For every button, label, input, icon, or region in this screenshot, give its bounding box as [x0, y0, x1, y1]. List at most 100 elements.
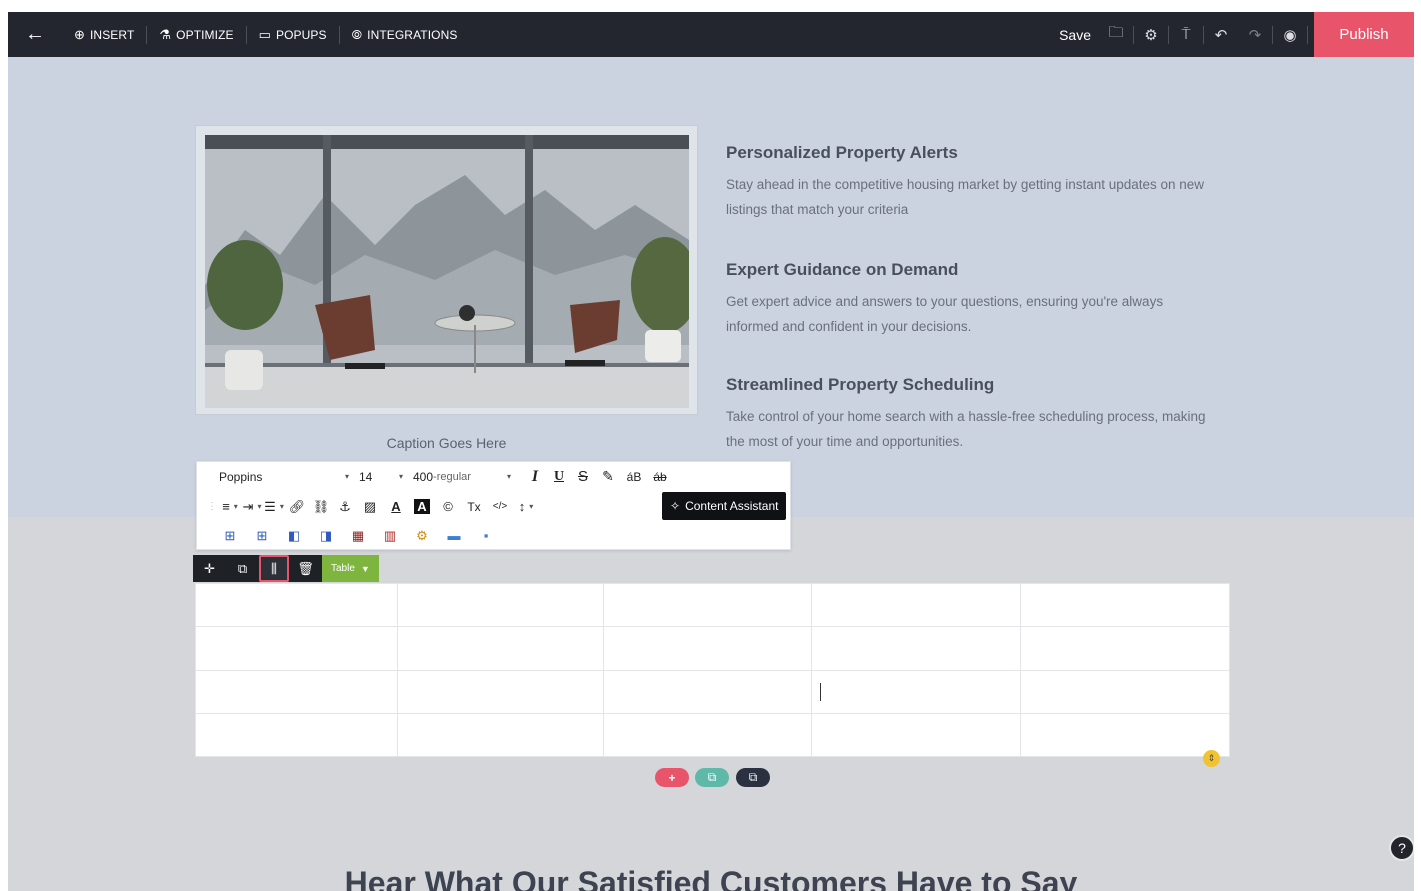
table-cell[interactable]	[195, 582, 398, 628]
align-left-icon[interactable]: ≡ ▾	[219, 494, 241, 520]
content-assistant-button[interactable]: ✧ Content Assistant	[662, 492, 787, 520]
nav-popups[interactable]: ▭ POPUPS	[247, 12, 339, 57]
clear-format-icon[interactable]: Tx	[461, 494, 487, 520]
table-cell[interactable]	[811, 669, 1022, 714]
font-family-select[interactable]: Poppins ▾	[219, 470, 359, 484]
resize-handle-icon[interactable]: ⇕	[1203, 750, 1220, 767]
table-cell[interactable]	[396, 626, 604, 671]
insert-row-below-icon[interactable]: ⊞	[251, 523, 273, 549]
feature-title[interactable]: Personalized Property Alerts	[726, 143, 1206, 163]
table-cell[interactable]	[396, 669, 604, 714]
feature-title[interactable]: Streamlined Property Scheduling	[726, 375, 1206, 395]
insert-row-above-icon[interactable]: ⊞	[219, 523, 241, 549]
uppercase-icon[interactable]: áB	[621, 464, 647, 490]
question-icon: ?	[1398, 840, 1406, 856]
image-caption[interactable]: Caption Goes Here	[195, 435, 698, 451]
flask-icon: ⚗	[159, 26, 172, 42]
paint-roller-icon[interactable]: ⍑	[1169, 12, 1203, 57]
code-icon[interactable]: </>	[487, 494, 513, 520]
table-cell[interactable]	[602, 669, 813, 714]
indent-icon[interactable]: ⇥ ▾	[241, 494, 263, 520]
save-button[interactable]: Save	[1059, 27, 1099, 43]
editor-canvas: Caption Goes Here Personalized Property …	[8, 57, 1414, 891]
table-cell[interactable]	[396, 582, 604, 628]
line-height-icon[interactable]: ↕ ▾	[513, 494, 539, 520]
table-cell[interactable]	[195, 669, 398, 714]
help-button[interactable]: ?	[1389, 835, 1414, 861]
nav-integrations[interactable]: ⦾ INTEGRATIONS	[340, 12, 470, 57]
feature-text[interactable]: Stay ahead in the competitive housing ma…	[726, 172, 1206, 222]
underline-icon[interactable]: U	[547, 464, 571, 490]
table-cell[interactable]	[602, 582, 813, 628]
paste-section-button[interactable]: ⧉	[736, 768, 770, 787]
table-cell[interactable]	[396, 712, 604, 758]
table-cell[interactable]	[811, 626, 1022, 671]
toolbar-row-table: ⊞ ⊞ ◧ ◨ ▦ ▥ ⚙ ▬ ▪	[219, 521, 497, 550]
topbar-actions: Save 🗀 ⚙ ⍑ ↶ ↷ ◉ Publish	[1059, 12, 1414, 57]
table-block[interactable]: ⇕	[195, 582, 1230, 767]
publish-button[interactable]: Publish	[1314, 12, 1414, 57]
sparkle-icon: ✧	[670, 499, 681, 513]
table-row	[195, 626, 1230, 671]
lowercase-icon[interactable]: áb	[647, 464, 673, 490]
image-block[interactable]	[195, 125, 698, 415]
divider	[1307, 25, 1308, 44]
copy-section-button[interactable]: ⧉	[695, 768, 729, 787]
table-cell[interactable]	[811, 582, 1022, 628]
element-type-dropdown[interactable]: Table ▼	[322, 555, 379, 582]
delete-column-icon[interactable]: ▥	[379, 523, 401, 549]
settings-sliders-icon[interactable]: ⫼	[259, 555, 289, 582]
editor-topbar: ← ⊕ INSERT ⚗ OPTIMIZE ▭ POPUPS ⦾ INTEGRATION…	[8, 12, 1414, 57]
table-cell[interactable]	[811, 712, 1022, 758]
feature-title[interactable]: Expert Guidance on Demand	[726, 260, 1206, 280]
add-section-button[interactable]: +	[655, 768, 689, 787]
table-cell[interactable]	[1020, 582, 1230, 628]
table-properties-icon[interactable]: ⚙	[411, 523, 433, 549]
settings-icon[interactable]: ⚙	[1134, 12, 1168, 57]
link-icon[interactable]: 🔗︎	[285, 494, 309, 520]
preview-eye-icon[interactable]: ◉	[1273, 12, 1307, 57]
section-heading[interactable]: Hear What Our Satisfied Customers Have t…	[8, 865, 1414, 891]
text-color-icon[interactable]: A	[383, 494, 409, 520]
nav-insert[interactable]: ⊕ INSERT	[62, 12, 146, 57]
special-chars-icon[interactable]: ©	[435, 494, 461, 520]
drag-handle-icon[interactable]: ⋮	[205, 494, 219, 520]
move-icon[interactable]: ✛	[193, 555, 226, 582]
unlink-icon[interactable]: ⛓	[309, 494, 333, 520]
italic-icon[interactable]: I	[523, 464, 547, 490]
duplicate-icon[interactable]: ⧉	[226, 555, 259, 582]
folder-icon[interactable]: 🗀	[1099, 12, 1133, 57]
back-button[interactable]: ←	[8, 12, 62, 57]
background-color-icon[interactable]: A	[409, 494, 435, 520]
table-cell[interactable]	[602, 712, 813, 758]
row-properties-icon[interactable]: ▬	[443, 523, 465, 549]
table-cell[interactable]	[1020, 626, 1230, 671]
feature-text[interactable]: Take control of your home search with a …	[726, 404, 1206, 454]
anchor-icon[interactable]: ⚓︎	[333, 494, 357, 520]
popup-icon: ▭	[258, 26, 272, 42]
image-icon[interactable]: ▨	[357, 494, 383, 520]
strikethrough-icon[interactable]: S	[571, 464, 595, 490]
feature-text[interactable]: Get expert advice and answers to your qu…	[726, 289, 1206, 339]
table-cell[interactable]	[602, 626, 813, 671]
table-cell[interactable]	[195, 626, 398, 671]
font-weight-select[interactable]: 400 -regular ▾	[413, 470, 523, 484]
data-table[interactable]	[195, 582, 1230, 758]
redo-icon[interactable]: ↷	[1238, 12, 1272, 57]
font-size-select[interactable]: 14 ▾	[359, 470, 413, 484]
nav-optimize[interactable]: ⚗ OPTIMIZE	[147, 12, 245, 57]
integrations-icon: ⦾	[351, 26, 363, 42]
insert-column-right-icon[interactable]: ◨	[315, 523, 337, 549]
delete-row-icon[interactable]: ▦	[347, 523, 369, 549]
highlight-pen-icon[interactable]: ✎	[595, 464, 621, 490]
table-row	[195, 582, 1230, 628]
table-cell[interactable]	[195, 712, 398, 758]
text-editor-toolbar: Poppins ▾ 14 ▾ 400 -regular ▾ I U S ✎ áB áb …	[196, 461, 791, 550]
undo-icon[interactable]: ↶	[1204, 12, 1238, 57]
trash-icon[interactable]: 🗑︎	[289, 555, 322, 582]
table-cell[interactable]	[1020, 669, 1230, 714]
cell-properties-icon[interactable]: ▪	[475, 523, 497, 549]
list-icon[interactable]: ☰ ▾	[263, 494, 285, 520]
table-cell[interactable]	[1020, 712, 1230, 758]
insert-column-left-icon[interactable]: ◧	[283, 523, 305, 549]
